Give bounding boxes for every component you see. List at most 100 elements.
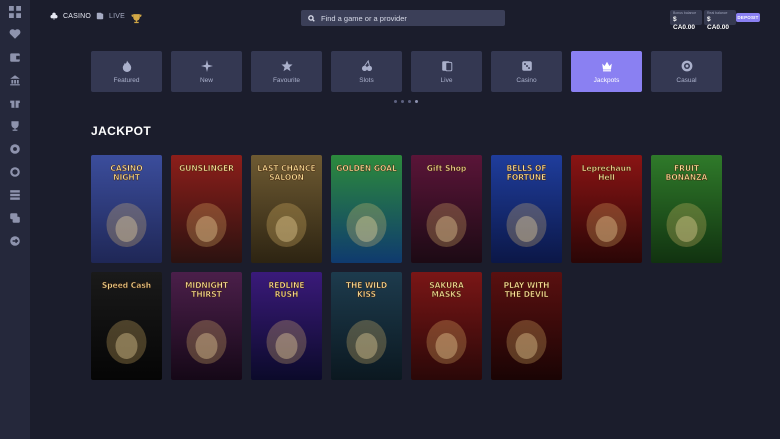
game-tile[interactable]: CASINO NIGHT bbox=[91, 155, 162, 263]
settings-icon[interactable] bbox=[8, 142, 22, 156]
chat-icon[interactable] bbox=[8, 211, 22, 225]
game-tile[interactable]: SAKURA MASKS bbox=[411, 272, 482, 380]
tab-label: Favourite bbox=[272, 76, 301, 84]
section-title: JACKPOT bbox=[91, 124, 152, 138]
svg-text:CASINO: CASINO bbox=[110, 164, 142, 173]
svg-text:BELLS OF: BELLS OF bbox=[507, 164, 547, 173]
sidebar bbox=[0, 0, 30, 439]
svg-text:Leprechaun: Leprechaun bbox=[582, 164, 632, 173]
tab-featured[interactable]: Featured bbox=[91, 51, 162, 92]
live-label: LIVE bbox=[109, 12, 125, 20]
svg-text:BONANZA: BONANZA bbox=[666, 173, 708, 182]
svg-text:Gift Shop: Gift Shop bbox=[427, 164, 467, 173]
flame-icon bbox=[122, 60, 131, 72]
carousel-dot[interactable] bbox=[394, 100, 397, 103]
svg-text:MIDNIGHT: MIDNIGHT bbox=[185, 281, 229, 290]
bank-icon[interactable] bbox=[8, 73, 22, 87]
heart-icon[interactable] bbox=[8, 27, 22, 41]
casino-link[interactable]: CASINO bbox=[50, 12, 91, 20]
game-artwork: GUNSLINGER bbox=[171, 155, 242, 263]
carousel-dot[interactable] bbox=[408, 100, 411, 103]
game-tile[interactable]: REDLINE RUSH bbox=[251, 272, 322, 380]
svg-text:GUNSLINGER: GUNSLINGER bbox=[179, 164, 234, 173]
gift-icon[interactable] bbox=[8, 96, 22, 110]
tab-jackpots[interactable]: Jackpots bbox=[571, 51, 642, 92]
game-artwork: BELLS OFFORTUNE bbox=[491, 155, 562, 263]
tab-label: Casino bbox=[516, 76, 537, 84]
game-tile[interactable]: FRUIT BONANZA bbox=[651, 155, 722, 263]
search-bar[interactable] bbox=[301, 10, 505, 26]
game-tile[interactable]: BELLS OF FORTUNE bbox=[491, 155, 562, 263]
carousel-dot[interactable] bbox=[401, 100, 404, 103]
sparkle-icon bbox=[200, 59, 213, 72]
svg-text:THIRST: THIRST bbox=[191, 290, 222, 299]
tab-label: New bbox=[199, 76, 213, 84]
game-artwork: LAST CHANCESALOON bbox=[251, 155, 322, 263]
crown-icon bbox=[601, 61, 612, 71]
game-artwork: FRUITBONANZA bbox=[651, 155, 722, 263]
game-tile[interactable]: Gift Shop bbox=[411, 155, 482, 263]
svg-text:Hell: Hell bbox=[598, 173, 615, 182]
cards-icon bbox=[96, 12, 104, 20]
svg-text:REDLINE: REDLINE bbox=[268, 281, 304, 290]
svg-text:LAST CHANCE: LAST CHANCE bbox=[257, 164, 315, 173]
tab-casual[interactable]: Casual bbox=[651, 51, 722, 92]
search-icon bbox=[308, 14, 315, 22]
real-balance-value: $ CA0.00 bbox=[707, 16, 730, 31]
bonus-balance: Bonus balance $ CA0.00 bbox=[670, 10, 702, 31]
cards-icon bbox=[441, 60, 452, 71]
list-icon[interactable] bbox=[8, 188, 22, 202]
svg-text:MASKS: MASKS bbox=[432, 290, 462, 299]
tab-label: Jackpots bbox=[593, 76, 620, 84]
chip-icon bbox=[681, 60, 692, 71]
tab-label: Live bbox=[440, 76, 453, 84]
svg-text:RUSH: RUSH bbox=[275, 290, 299, 299]
trophy-icon[interactable] bbox=[8, 119, 22, 133]
game-artwork: CASINONIGHT bbox=[91, 155, 162, 263]
real-balance: Real balance $ CA0.00 bbox=[704, 10, 736, 31]
svg-text:THE DEVIL: THE DEVIL bbox=[505, 290, 549, 299]
svg-text:SAKURA: SAKURA bbox=[429, 281, 464, 290]
live-link[interactable]: LIVE bbox=[96, 12, 125, 20]
wallet-icon[interactable] bbox=[8, 50, 22, 64]
game-tile[interactable]: Speed Cash bbox=[91, 272, 162, 380]
game-tile[interactable]: Leprechaun Hell bbox=[571, 155, 642, 263]
svg-text:Speed Cash: Speed Cash bbox=[102, 281, 151, 290]
carousel-pagination bbox=[394, 100, 418, 103]
star-icon bbox=[280, 60, 293, 71]
carousel-dot-active[interactable] bbox=[415, 100, 418, 103]
tab-slots[interactable]: Slots bbox=[331, 51, 402, 92]
game-tile[interactable]: MIDNIGHT THIRST bbox=[171, 272, 242, 380]
club-icon bbox=[50, 12, 58, 20]
game-artwork: PLAY WITHTHE DEVIL bbox=[491, 272, 562, 380]
game-tile[interactable]: GUNSLINGER bbox=[171, 155, 242, 263]
tab-label: Featured bbox=[113, 76, 140, 84]
tab-label: Slots bbox=[359, 76, 374, 84]
game-tile[interactable]: GOLDEN GOAL bbox=[331, 155, 402, 263]
support-icon[interactable] bbox=[8, 165, 22, 179]
svg-text:KISS: KISS bbox=[357, 290, 376, 299]
tab-new[interactable]: New bbox=[171, 51, 242, 92]
trophy-icon[interactable] bbox=[131, 11, 143, 24]
game-artwork: LeprechaunHell bbox=[571, 155, 642, 263]
top-bar: CASINO LIVE Bonus balance $ CA0.00 Real … bbox=[30, 0, 780, 36]
tab-label: Casual bbox=[676, 76, 697, 84]
dice-icon bbox=[521, 60, 532, 71]
svg-text:NIGHT: NIGHT bbox=[113, 173, 141, 182]
dashboard-icon[interactable] bbox=[8, 5, 22, 19]
game-artwork: MIDNIGHTTHIRST bbox=[171, 272, 242, 380]
casino-label: CASINO bbox=[63, 12, 92, 20]
game-artwork: REDLINERUSH bbox=[251, 272, 322, 380]
game-tile[interactable]: PLAY WITH THE DEVIL bbox=[491, 272, 562, 380]
tab-favourite[interactable]: Favourite bbox=[251, 51, 322, 92]
game-artwork: SAKURAMASKS bbox=[411, 272, 482, 380]
game-artwork: THE WILDKISS bbox=[331, 272, 402, 380]
game-tile[interactable]: LAST CHANCE SALOON bbox=[251, 155, 322, 263]
tab-live[interactable]: Live bbox=[411, 51, 482, 92]
deposit-button[interactable]: DEPOSIT bbox=[736, 13, 760, 22]
logout-icon[interactable] bbox=[8, 234, 22, 248]
tab-casino[interactable]: Casino bbox=[491, 51, 562, 92]
search-input[interactable] bbox=[321, 13, 501, 23]
game-tile[interactable]: THE WILD KISS bbox=[331, 272, 402, 380]
svg-text:THE WILD: THE WILD bbox=[346, 281, 387, 290]
